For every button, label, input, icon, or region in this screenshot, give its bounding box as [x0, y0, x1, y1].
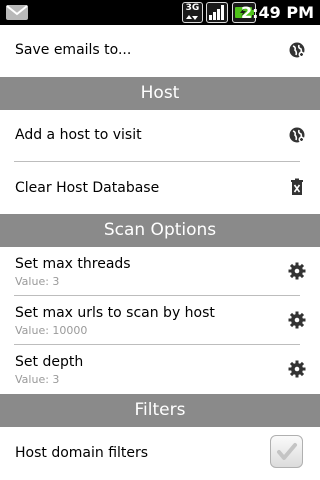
clock: 2:49 PM — [240, 3, 314, 22]
set-depth-row[interactable]: Set depth Value: 3 — [0, 345, 320, 393]
trash-icon — [288, 178, 306, 196]
set-max-threads-label: Set max threads — [15, 256, 131, 272]
3g-icon: 3G — [182, 2, 203, 23]
add-host-row[interactable]: Add a host to visit — [0, 110, 320, 160]
checkmark-icon — [277, 443, 297, 460]
gear-icon — [288, 311, 306, 329]
signal-icon — [206, 2, 228, 23]
email-notification-icon — [6, 5, 28, 20]
set-max-urls-row[interactable]: Set max urls to scan by host Value: 1000… — [0, 296, 320, 344]
globe-icon — [288, 126, 306, 144]
scan-options-section-header: Scan Options — [0, 214, 320, 247]
host-domain-filters-row[interactable]: Host domain filters — [0, 427, 320, 480]
network-type-label: 3G — [185, 3, 200, 13]
save-emails-label: Save emails to... — [15, 42, 132, 58]
set-depth-label: Set depth — [15, 354, 84, 370]
gear-icon — [288, 360, 306, 378]
set-max-urls-label: Set max urls to scan by host — [15, 305, 215, 321]
set-max-threads-value: Value: 3 — [15, 275, 60, 288]
filters-section-header: Filters — [0, 394, 320, 427]
host-section-header: Host — [0, 77, 320, 110]
set-max-urls-value: Value: 10000 — [15, 324, 88, 337]
clear-host-database-label: Clear Host Database — [15, 180, 160, 196]
set-depth-value: Value: 3 — [15, 373, 60, 386]
status-bar: 3G 2:49 PM — [0, 0, 320, 25]
add-host-label: Add a host to visit — [15, 127, 142, 143]
save-emails-row[interactable]: Save emails to... — [0, 25, 320, 75]
host-domain-filters-label: Host domain filters — [15, 445, 149, 461]
clear-host-database-row[interactable]: Clear Host Database — [0, 162, 320, 212]
host-domain-filters-checkbox[interactable] — [270, 435, 303, 468]
globe-icon — [288, 41, 306, 59]
set-max-threads-row[interactable]: Set max threads Value: 3 — [0, 247, 320, 295]
gear-icon — [288, 262, 306, 280]
